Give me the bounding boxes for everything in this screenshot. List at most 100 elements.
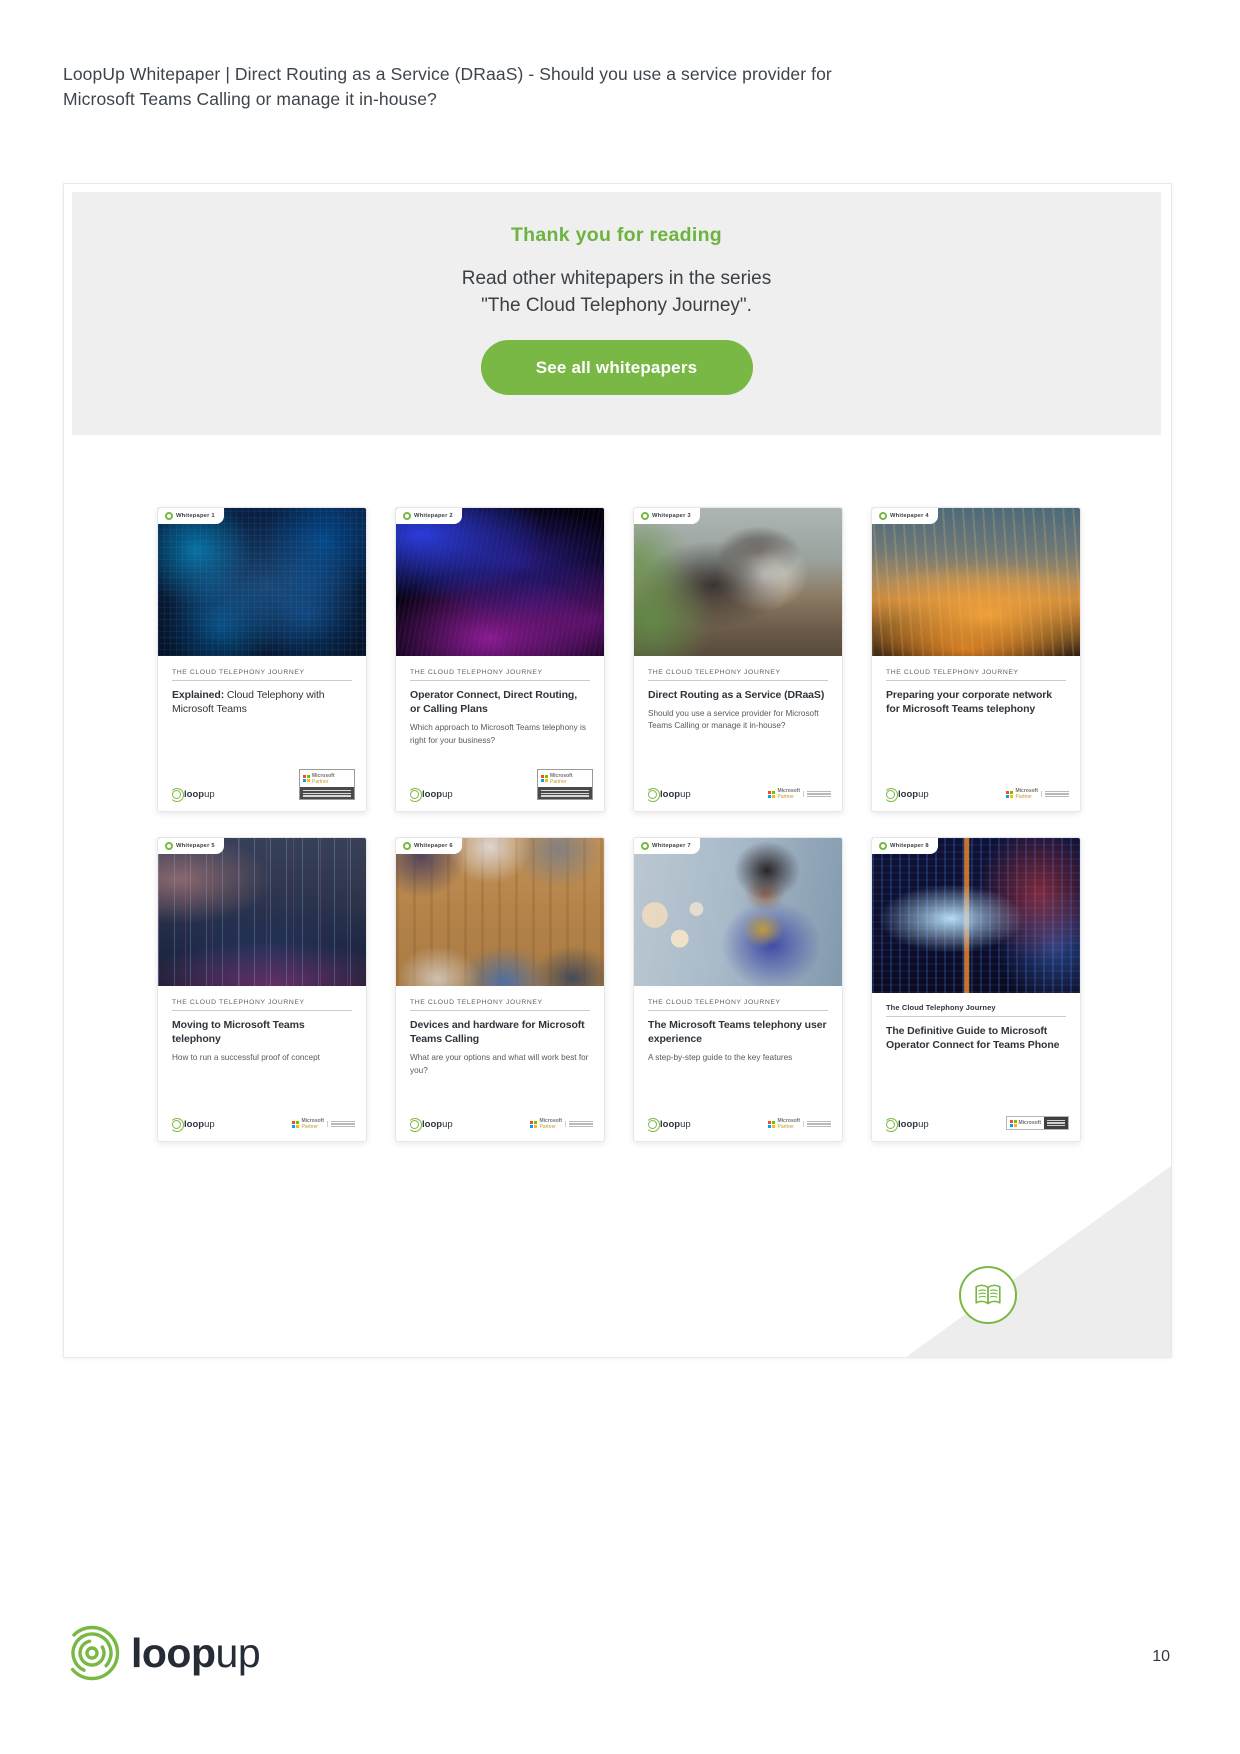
whitepaper-card-5[interactable]: Whitepaper 5 THE CLOUD TELEPHONY JOURNEY… [157,837,367,1142]
cover-image-digital-matrix: Whitepaper 8 [872,838,1080,993]
series-eyebrow: THE CLOUD TELEPHONY JOURNEY [410,999,590,1006]
microsoft-partner-badge: MicrosoftPartner [292,1118,356,1130]
loopup-logo-small: loopup [886,789,929,800]
whitepaper-title: Preparing your corporate network for Mic… [886,688,1066,716]
divider [410,680,590,681]
loopup-ring-icon [879,512,887,520]
whitepaper-number-badge: Whitepaper 7 [634,838,700,854]
microsoft-logo-icon [292,1121,299,1128]
whitepaper-card-6[interactable]: Whitepaper 6 THE CLOUD TELEPHONY JOURNEY… [395,837,605,1142]
whitepaper-title: The Definitive Guide to Microsoft Operat… [886,1024,1066,1052]
loopup-logo-small: loopup [886,1119,929,1130]
cover-image-particle-waves: Whitepaper 2 [396,508,604,656]
whitepaper-card-8[interactable]: Whitepaper 8 The Cloud Telephony Journey… [871,837,1081,1142]
whitepaper-subtitle: Which approach to Microsoft Teams teleph… [410,722,590,747]
whitepaper-title: Explained: Cloud Telephony with Microsof… [172,688,352,716]
cover-image-city-light-beams: Whitepaper 5 [158,838,366,986]
whitepaper-subtitle: A step-by-step guide to the key features [648,1052,828,1064]
whitepaper-card-4[interactable]: Whitepaper 4 THE CLOUD TELEPHONY JOURNEY… [871,507,1081,812]
cover-image-office-meeting: Whitepaper 3 [634,508,842,656]
microsoft-partner-badge: MicrosoftPartner [537,769,593,800]
open-book-icon [973,1282,1003,1308]
whitepaper-title: The Microsoft Teams telephony user exper… [648,1018,828,1046]
loopup-logo-small: loopup [648,789,691,800]
brand-up: up [204,789,215,800]
loopup-ring-icon [410,1120,419,1129]
cover-image-table-devices: Whitepaper 6 [396,838,604,986]
loopup-ring-icon [648,790,657,799]
microsoft-logo-icon [768,1121,775,1128]
badge-label: Whitepaper 7 [652,843,691,849]
cover-image-city-highway: Whitepaper 4 [872,508,1080,656]
series-eyebrow: THE CLOUD TELEPHONY JOURNEY [648,999,828,1006]
series-eyebrow: The Cloud Telephony Journey [886,1003,1066,1012]
whitepaper-card-2[interactable]: Whitepaper 2 THE CLOUD TELEPHONY JOURNEY… [395,507,605,812]
microsoft-partner-badge: Microsoft [1006,1116,1070,1130]
loopup-spiral-icon [63,1624,121,1682]
whitepaper-card-1[interactable]: Whitepaper 1 THE CLOUD TELEPHONY JOURNEY… [157,507,367,812]
microsoft-partner-badge: MicrosoftPartner [299,769,355,800]
loopup-ring-icon [172,790,181,799]
whitepaper-title: Direct Routing as a Service (DRaaS) [648,688,828,702]
microsoft-logo-icon [1006,791,1013,798]
see-all-whitepapers-button[interactable]: See all whitepapers [481,340,753,395]
whitepaper-number-badge: Whitepaper 8 [872,838,938,854]
divider [648,680,828,681]
whitepaper-title: Moving to Microsoft Teams telephony [172,1018,352,1046]
title-bold-part: Explained: [172,689,224,701]
loopup-ring-icon [641,842,649,850]
series-eyebrow: THE CLOUD TELEPHONY JOURNEY [410,669,590,676]
microsoft-logo-icon [303,775,310,782]
badge-label: Whitepaper 4 [890,513,929,519]
microsoft-partner-badge: MicrosoftPartner [768,788,832,800]
divider [648,1010,828,1011]
whitepaper-number-badge: Whitepaper 6 [396,838,462,854]
loopup-ring-icon [403,842,411,850]
microsoft-logo-icon [541,775,548,782]
whitepaper-card-3[interactable]: Whitepaper 3 THE CLOUD TELEPHONY JOURNEY… [633,507,843,812]
whitepaper-number-badge: Whitepaper 5 [158,838,224,854]
badge-label: Whitepaper 6 [414,843,453,849]
loopup-ring-icon [886,790,895,799]
whitepaper-subtitle: How to run a successful proof of concept [172,1052,352,1064]
loopup-logo-small: loopup [410,1119,453,1130]
whitepaper-number-badge: Whitepaper 3 [634,508,700,524]
whitepaper-title: Operator Connect, Direct Routing, or Cal… [410,688,590,716]
brand-loop: loop [131,1630,216,1676]
loopup-ring-icon [172,1120,181,1129]
loopup-ring-icon [879,842,887,850]
loopup-wordmark: loopup [131,1633,260,1674]
loopup-ring-icon [648,1120,657,1129]
open-book-icon-button[interactable] [959,1266,1017,1324]
banner-heading: Thank you for reading [511,224,722,247]
whitepaper-card-7[interactable]: Whitepaper 7 THE CLOUD TELEPHONY JOURNEY… [633,837,843,1142]
microsoft-partner-badge: MicrosoftPartner [1006,788,1070,800]
whitepaper-subtitle: What are your options and what will work… [410,1052,590,1077]
loopup-logo-small: loopup [172,1119,215,1130]
divider [172,680,352,681]
loopup-ring-icon [641,512,649,520]
whitepaper-number-badge: Whitepaper 4 [872,508,938,524]
series-eyebrow: THE CLOUD TELEPHONY JOURNEY [172,999,352,1006]
loopup-logo: loopup [63,1624,260,1682]
whitepaper-title: Devices and hardware for Microsoft Teams… [410,1018,590,1046]
loopup-logo-small: loopup [648,1119,691,1130]
thank-you-banner: Thank you for reading Read other whitepa… [72,192,1161,435]
divider [172,1010,352,1011]
cover-image-circuit-cloud: Whitepaper 1 [158,508,366,656]
loopup-ring-icon [165,842,173,850]
loopup-ring-icon [165,512,173,520]
corner-triangle-decoration [906,1166,1171,1357]
series-eyebrow: THE CLOUD TELEPHONY JOURNEY [886,669,1066,676]
loopup-ring-icon [886,1120,895,1129]
brand-up: up [216,1630,261,1676]
microsoft-partner-badge: MicrosoftPartner [768,1118,832,1130]
badge-label: Whitepaper 3 [652,513,691,519]
banner-line-2: "The Cloud Telephony Journey". [481,292,752,319]
brand-loop: loop [184,789,204,800]
divider [886,680,1066,681]
whitepaper-page: LoopUp Whitepaper | Direct Routing as a … [0,0,1240,1754]
badge-label: Whitepaper 8 [890,843,929,849]
microsoft-logo-icon [768,791,775,798]
loopup-logo-small: loopup [172,789,215,800]
